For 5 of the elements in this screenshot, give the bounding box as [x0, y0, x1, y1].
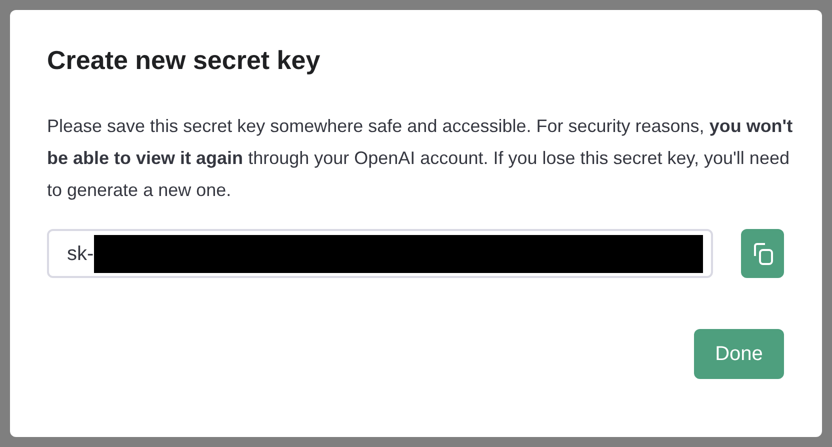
dialog-message: Please save this secret key somewhere safe and accessible. For security reasons, you won't be able to view it again through your OpenAI account. If you lose this secret key, you'll need to generate a new one.	[47, 115, 794, 202]
copy-button[interactable]	[741, 229, 784, 278]
copy-icon	[752, 242, 774, 266]
dialog-title: Create new secret key	[47, 44, 320, 76]
key-field[interactable]: sk-	[47, 229, 713, 278]
